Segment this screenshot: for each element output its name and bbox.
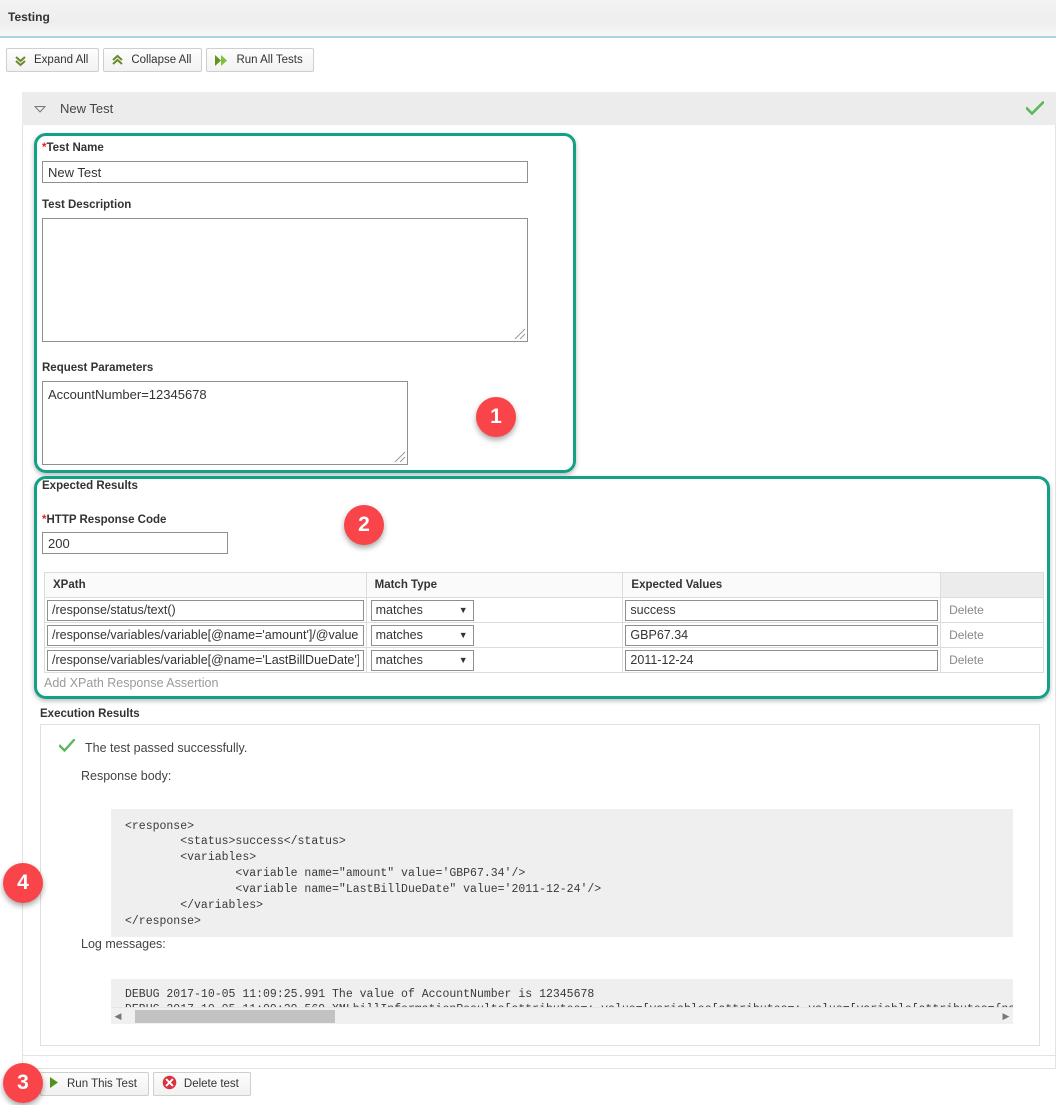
run-this-test-button[interactable]: Run This Test: [40, 1072, 149, 1096]
play-icon: [49, 1076, 60, 1092]
match-type-value: matches: [375, 653, 423, 667]
scroll-right-arrow-icon[interactable]: ▶: [999, 1011, 1013, 1022]
http-response-code-label: *HTTP Response Code: [42, 514, 167, 526]
play-double-icon: [214, 54, 229, 67]
test-accordion-header[interactable]: New Test: [22, 92, 1056, 125]
log-horizontal-scrollbar[interactable]: ◀ ▶: [111, 1007, 1013, 1024]
delete-test-button[interactable]: Delete test: [152, 1072, 251, 1096]
accordion-title: New Test: [60, 101, 114, 116]
callout-badge-3: 3: [3, 1063, 43, 1103]
xpath-input[interactable]: [47, 649, 364, 671]
column-header-match-type: Match Type: [365, 572, 624, 598]
callout-badge-1: 1: [476, 397, 516, 437]
table-row: matches ▼ Delete: [44, 597, 1044, 623]
chevron-down-icon[interactable]: [33, 100, 47, 118]
execution-results-label: Execution Results: [40, 708, 140, 720]
delete-row-link[interactable]: Delete: [943, 653, 984, 667]
table-header-row: XPath Match Type Expected Values: [44, 572, 1044, 598]
table-row: matches ▼ Delete: [44, 622, 1044, 648]
chevron-double-up-icon: [111, 54, 124, 67]
column-header-expected-values: Expected Values: [622, 572, 942, 598]
chevron-double-down-icon: [14, 54, 27, 67]
chevron-down-icon: ▼: [458, 605, 468, 615]
run-all-tests-button[interactable]: Run All Tests: [206, 48, 314, 72]
test-status-text: The test passed successfully.: [85, 740, 248, 755]
test-name-input[interactable]: [42, 161, 528, 183]
expand-all-label: Expand All: [34, 54, 89, 66]
delete-row-link[interactable]: Delete: [943, 628, 984, 642]
test-status-check-icon: [1025, 100, 1045, 121]
match-type-value: matches: [375, 603, 423, 617]
scrollbar-track[interactable]: [125, 1008, 999, 1025]
run-this-test-label: Run This Test: [67, 1078, 137, 1090]
test-status-row: The test passed successfully.: [58, 738, 248, 756]
expected-value-input[interactable]: [625, 599, 939, 621]
match-type-select[interactable]: matches ▼: [370, 624, 474, 646]
scroll-left-arrow-icon[interactable]: ◀: [111, 1011, 125, 1022]
execution-results-panel: The test passed successfully. Response b…: [40, 724, 1040, 1046]
request-parameters-label: Request Parameters: [42, 362, 154, 374]
request-parameters-textarea[interactable]: AccountNumber=12345678: [42, 381, 408, 465]
expand-all-button[interactable]: Expand All: [6, 48, 100, 72]
test-name-label: *Test Name: [42, 142, 104, 154]
table-row: matches ▼ Delete: [44, 647, 1044, 673]
collapse-all-label: Collapse All: [131, 54, 192, 66]
log-messages-label: Log messages:: [81, 937, 166, 951]
scrollbar-thumb[interactable]: [135, 1009, 335, 1023]
page-header: Testing: [0, 0, 1056, 38]
collapse-all-button[interactable]: Collapse All: [103, 48, 203, 72]
column-header-xpath: XPath: [44, 572, 367, 598]
response-body-code: <response> <status>success</status> <var…: [111, 808, 1013, 937]
delete-test-label: Delete test: [183, 1078, 239, 1090]
toolbar: Expand All Collapse All Run All Tests: [6, 48, 314, 72]
xpath-input[interactable]: [47, 599, 364, 621]
run-all-tests-label: Run All Tests: [236, 54, 303, 66]
success-check-icon: [58, 738, 76, 756]
page-title: Testing: [8, 10, 50, 24]
expected-value-input[interactable]: [625, 624, 939, 646]
add-xpath-assertion-link[interactable]: Add XPath Response Assertion: [44, 676, 218, 690]
xpath-assertions-table: XPath Match Type Expected Values matches…: [44, 572, 1044, 673]
chevron-down-icon: ▼: [458, 630, 468, 640]
bottom-action-bar: Run This Test Delete test: [40, 1072, 251, 1096]
expected-value-input[interactable]: [625, 649, 939, 671]
xpath-input[interactable]: [47, 624, 364, 646]
delete-row-link[interactable]: Delete: [943, 603, 984, 617]
http-response-code-input[interactable]: [42, 532, 228, 554]
match-type-select[interactable]: matches ▼: [370, 599, 474, 621]
expected-results-label: Expected Results: [42, 480, 138, 492]
test-description-label: Test Description: [42, 199, 132, 211]
chevron-down-icon: ▼: [458, 655, 468, 665]
column-header-actions: [940, 572, 1044, 598]
callout-badge-2: 2: [344, 505, 384, 545]
callout-badge-4: 4: [3, 863, 43, 903]
divider: [22, 1055, 1056, 1056]
test-description-textarea[interactable]: [42, 218, 528, 342]
response-body-label: Response body:: [81, 769, 172, 783]
match-type-value: matches: [375, 628, 423, 642]
match-type-select[interactable]: matches ▼: [370, 649, 474, 671]
delete-circle-x-icon: [162, 1075, 177, 1093]
